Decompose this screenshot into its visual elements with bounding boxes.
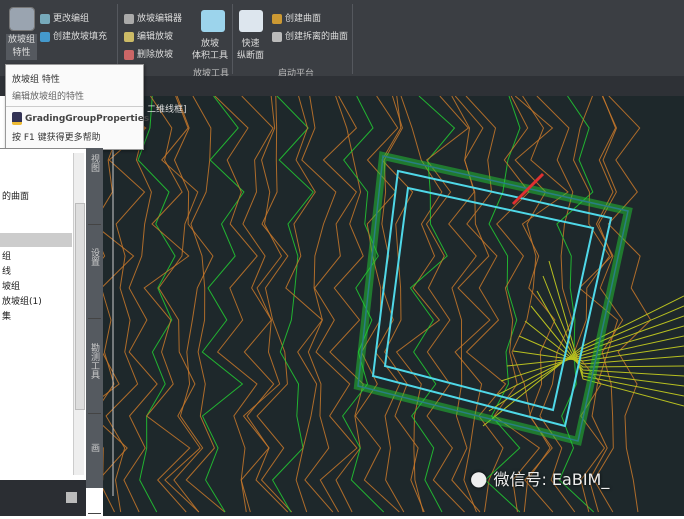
grading-group-properties-icon[interactable] <box>9 7 35 31</box>
tooltip-description: 编辑放坡组的特性 <box>12 92 85 102</box>
side-tab-settings[interactable]: 设置 <box>88 248 101 319</box>
contour-line <box>536 95 576 513</box>
panel-footer <box>0 480 86 516</box>
create-infill-label: 创建放坡填充 <box>53 32 108 42</box>
create-cropped-surface-button[interactable]: 创建拆离的曲面 <box>272 29 348 42</box>
command-name: GradingGroupProperties <box>25 114 150 124</box>
quick-profile-button[interactable]: 快速 纵断面 <box>237 38 264 62</box>
side-tabs: 视图 设置 勘测工具 画 <box>86 148 103 514</box>
list-item[interactable]: 坡组 <box>2 279 20 292</box>
list-item[interactable]: 组 <box>2 249 11 262</box>
tooltip-title: 放坡组 特性 <box>12 75 60 85</box>
grading-outer <box>371 169 613 428</box>
contour-line <box>91 95 135 513</box>
list-item[interactable]: 的曲面 <box>2 189 29 202</box>
contour-line <box>285 95 323 513</box>
selected-row[interactable] <box>0 233 72 247</box>
divider <box>352 4 353 74</box>
list-item[interactable]: 集 <box>2 309 11 322</box>
contour-line <box>409 95 456 513</box>
command-icon <box>12 112 22 125</box>
editor-icon <box>124 13 134 24</box>
divider <box>232 4 233 74</box>
contour-line <box>214 95 258 513</box>
contour-line <box>465 95 507 513</box>
delete-icon <box>124 49 134 60</box>
list-item[interactable]: 放坡组(1) <box>2 294 42 307</box>
contour-line <box>271 95 314 513</box>
delete-grading-button[interactable]: 删除放坡 <box>124 47 173 60</box>
edit-grading-button[interactable]: 编辑放坡 <box>124 29 173 42</box>
create-surface-button[interactable]: 创建曲面 <box>272 11 321 24</box>
create-cropped-surface-label: 创建拆离的曲面 <box>285 32 349 42</box>
toolspace-panel: 的曲面 组 线 坡组 放坡组(1) 集 <box>0 148 86 481</box>
tooltip: 放坡组 特性 编辑放坡组的特性 GradingGroupProperties 按… <box>5 64 149 150</box>
contour-line <box>313 95 358 513</box>
contour-line <box>329 95 364 513</box>
grading-editor-button[interactable]: 放坡编辑器 <box>124 11 182 24</box>
wechat-icon: ● <box>470 466 488 490</box>
side-tab-survey[interactable]: 勘测工具 <box>88 343 101 414</box>
create-infill-button[interactable]: 创建放坡填充 <box>40 29 107 42</box>
contour-line <box>143 95 191 513</box>
quick-profile-icon[interactable] <box>239 10 263 32</box>
change-group-button[interactable]: 更改编组 <box>40 11 89 24</box>
cropped-surface-icon <box>272 31 282 42</box>
contour-line <box>448 95 481 513</box>
side-tab-view[interactable]: 视图 <box>88 154 101 225</box>
drawing-canvas[interactable]: 二维线框] <box>61 95 684 516</box>
contour-line <box>201 95 245 513</box>
change-group-icon <box>40 13 50 24</box>
volume-tools-icon[interactable] <box>201 10 225 32</box>
drawing <box>61 95 684 513</box>
grading-editor-label: 放坡编辑器 <box>137 14 183 24</box>
tooltip-help: 按 F1 键获得更多帮助 <box>12 133 101 143</box>
infill-icon <box>40 31 50 42</box>
side-tab-draw[interactable]: 画 <box>88 443 101 514</box>
contour-line <box>301 95 337 513</box>
square-icon[interactable] <box>66 492 77 503</box>
contour-line <box>425 95 470 513</box>
edit-grading-label: 编辑放坡 <box>137 32 174 42</box>
delete-grading-label: 删除放坡 <box>137 50 174 60</box>
volume-tools-button[interactable]: 放坡 体积工具 <box>192 38 228 62</box>
scrollbar-thumb[interactable] <box>75 203 85 410</box>
watermark-text: 微信号: EaBIM_ <box>493 470 610 489</box>
change-group-label: 更改编组 <box>53 14 90 24</box>
contour-line <box>607 95 652 513</box>
watermark: ● 微信号: EaBIM_ <box>470 466 609 490</box>
daylight-lines <box>353 151 633 446</box>
tooltip-command: GradingGroupProperties <box>12 112 149 125</box>
edit-icon <box>124 31 134 42</box>
divider <box>6 106 143 107</box>
contour-line <box>173 95 214 513</box>
contour-line <box>454 95 491 513</box>
surface-icon <box>272 13 282 24</box>
grading-group-properties-button[interactable]: 放坡组 特性 <box>6 34 38 60</box>
contour-line <box>185 95 226 513</box>
list-item[interactable]: 线 <box>2 264 11 277</box>
scrollbar[interactable] <box>73 153 85 475</box>
contour-line <box>117 95 158 513</box>
create-surface-label: 创建曲面 <box>285 14 322 24</box>
viewport-label[interactable]: 二维线框] <box>147 102 187 115</box>
